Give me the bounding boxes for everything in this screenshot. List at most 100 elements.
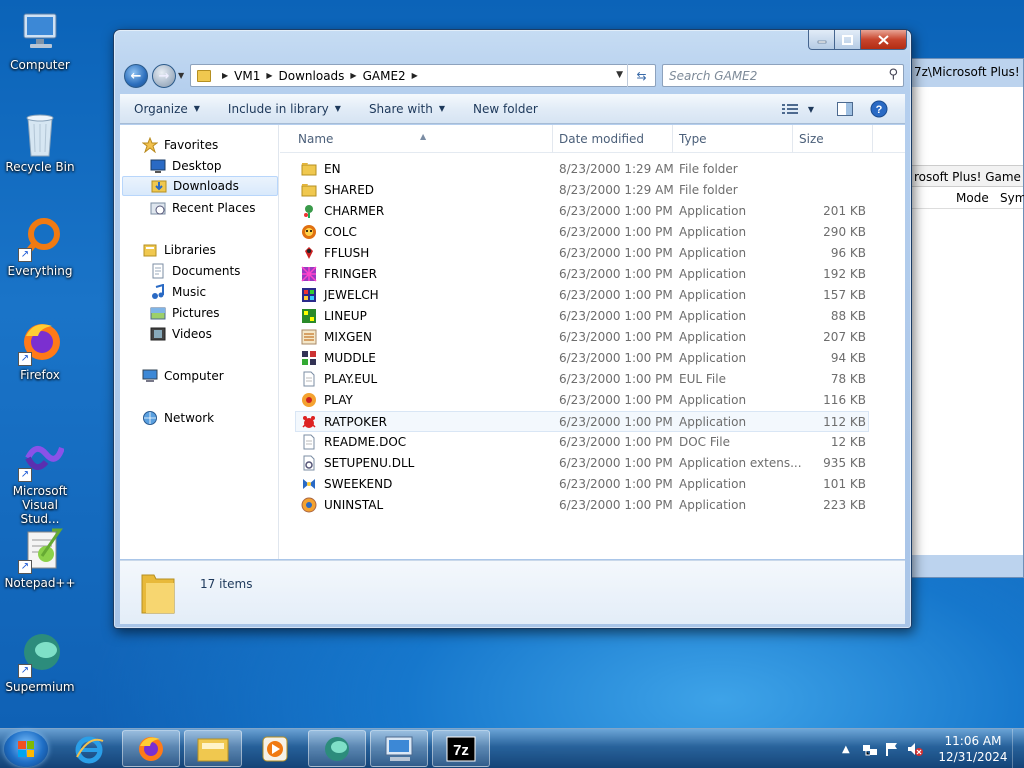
taskbar-supermium[interactable]	[308, 730, 366, 767]
nav-pictures[interactable]: Pictures	[150, 303, 220, 323]
system-clock[interactable]: 11:06 AM 12/31/2024	[936, 733, 1010, 765]
column-size[interactable]: Size	[799, 132, 824, 146]
search-icon[interactable]: ⚲	[888, 67, 898, 82]
back-arrow-icon: ←	[130, 68, 142, 84]
file-type: EUL File	[679, 372, 726, 386]
taskbar-firefox[interactable]	[122, 730, 180, 767]
file-row[interactable]: LINEUP 6/23/2000 1:00 PM Application 88 KB	[296, 306, 866, 327]
nav-recent-places-label: Recent Places	[172, 201, 256, 215]
file-row[interactable]: FFLUSH 6/23/2000 1:00 PM Application 96 KB	[296, 243, 866, 264]
minimize-button[interactable]	[808, 30, 835, 50]
nav-downloads-label: Downloads	[173, 179, 239, 193]
taskbar-internet-explorer[interactable]	[60, 730, 118, 767]
nav-network[interactable]: Network	[142, 408, 214, 428]
history-dropdown-icon[interactable]: ▼	[178, 71, 184, 80]
show-hidden-icons-icon[interactable]: ▲	[842, 744, 850, 755]
file-row[interactable]: RATPOKER 6/23/2000 1:00 PM Application 112 …	[295, 411, 869, 432]
sort-up-icon: ▲	[420, 132, 427, 141]
nav-favorites[interactable]: Favorites	[142, 135, 218, 155]
start-button[interactable]	[4, 731, 48, 767]
help-button[interactable]: ?	[866, 98, 892, 120]
file-date: 8/23/2000 1:29 AM	[559, 162, 674, 176]
file-row[interactable]: PLAY 6/23/2000 1:00 PM Application 116 KB	[296, 390, 866, 411]
taskbar-remote-desktop[interactable]	[370, 730, 428, 767]
file-type: File folder	[679, 162, 738, 176]
file-row[interactable]: SWEEKEND 6/23/2000 1:00 PM Application 101 …	[296, 474, 866, 495]
chevron-right-icon[interactable]: ▶	[412, 71, 418, 80]
computer-icon	[142, 369, 158, 382]
column-date-modified[interactable]: Date modified	[559, 132, 644, 146]
desktop-icon-everything[interactable]: ↗ Everything	[2, 214, 78, 278]
show-desktop-button[interactable]	[1012, 729, 1024, 768]
network-icon	[143, 411, 157, 425]
desktop-icon	[150, 159, 166, 173]
file-row[interactable]: FRINGER 6/23/2000 1:00 PM Application 192 K…	[296, 264, 866, 285]
new-folder-button[interactable]: New folder	[459, 94, 552, 124]
nav-music[interactable]: Music	[150, 282, 206, 302]
nav-downloads[interactable]: Downloads	[122, 176, 278, 196]
breadcrumb-game2[interactable]: GAME2	[363, 69, 406, 83]
nav-libraries[interactable]: Libraries	[142, 240, 216, 260]
background-window-address[interactable]: rosoft Plus! Game Pac	[912, 165, 1024, 187]
file-row[interactable]: MUDDLE 6/23/2000 1:00 PM Application 94 KB	[296, 348, 866, 369]
refresh-icon[interactable]: ⇆	[627, 64, 655, 87]
file-size: 201 KB	[823, 204, 866, 218]
file-date: 6/23/2000 1:00 PM	[559, 204, 673, 218]
chevron-right-icon[interactable]: ▶	[350, 71, 356, 80]
file-row[interactable]: UNINSTAL 6/23/2000 1:00 PM Application 223 …	[296, 495, 866, 516]
file-row[interactable]: JEWELCH 6/23/2000 1:00 PM Application 157 K…	[296, 285, 866, 306]
preview-pane-button[interactable]	[832, 98, 858, 120]
column-mode[interactable]: Mode	[956, 191, 989, 205]
file-row[interactable]: MIXGEN 6/23/2000 1:00 PM Application 207 KB	[296, 327, 866, 348]
file-type: Application	[679, 498, 747, 512]
include-in-library-button[interactable]: Include in library ▼	[214, 94, 355, 124]
taskbar-file-explorer[interactable]	[184, 730, 242, 767]
file-row[interactable]: SETUPENU.DLL 6/23/2000 1:00 PM Application…	[296, 453, 866, 474]
desktop-icon-notepadpp[interactable]: ↗ Notepad++	[2, 526, 78, 590]
file-row[interactable]: COLC 6/23/2000 1:00 PM Application 290 KB	[296, 222, 866, 243]
maximize-button[interactable]	[835, 30, 861, 50]
back-button[interactable]: ←	[124, 64, 148, 88]
column-name[interactable]: Name	[298, 132, 333, 146]
file-type: Application	[679, 246, 747, 260]
address-dropdown-icon[interactable]: ▼	[616, 70, 623, 80]
nav-recent-places[interactable]: Recent Places	[150, 198, 255, 218]
chevron-right-icon[interactable]: ▶	[266, 71, 272, 80]
file-size: 207 KB	[823, 330, 866, 344]
volume-muted-icon[interactable]	[906, 741, 924, 757]
desktop-icon-firefox[interactable]: ↗ Firefox	[2, 318, 78, 382]
network-tray-icon[interactable]	[862, 741, 878, 757]
desktop-icon-computer[interactable]: Computer	[2, 8, 78, 72]
nav-videos[interactable]: Videos	[150, 324, 212, 344]
breadcrumb-vm1[interactable]: VM1	[234, 69, 260, 83]
forward-button[interactable]: →	[152, 64, 176, 88]
computer-icon	[16, 8, 64, 56]
background-window[interactable]: 7z\Microsoft Plus! Ga rosoft Plus! Game …	[905, 58, 1024, 578]
organize-button[interactable]: Organize ▼	[120, 94, 214, 124]
taskbar-media-player[interactable]	[246, 730, 304, 767]
desktop-icon-supermium[interactable]: ↗ Supermium	[2, 630, 78, 694]
desktop-icon-visual-studio[interactable]: ↗ Microsoft Visual Stud...	[2, 434, 78, 526]
file-row[interactable]: PLAY.EUL 6/23/2000 1:00 PM EUL File 78 KB	[296, 369, 866, 390]
action-center-flag-icon[interactable]	[884, 741, 900, 757]
file-row[interactable]: SHARED 8/23/2000 1:29 AM File folder	[296, 180, 860, 201]
chevron-right-icon[interactable]: ▶	[222, 71, 228, 80]
address-bar[interactable]: ▶ VM1 ▶ Downloads ▶ GAME2 ▶ ▼ ⇆	[190, 64, 656, 87]
share-with-button[interactable]: Share with ▼	[355, 94, 459, 124]
nav-desktop[interactable]: Desktop	[150, 156, 222, 176]
column-symlink[interactable]: Symb	[1000, 191, 1024, 205]
file-date: 6/23/2000 1:00 PM	[559, 498, 673, 512]
breadcrumb-downloads[interactable]: Downloads	[279, 69, 345, 83]
column-type[interactable]: Type	[679, 132, 707, 146]
nav-documents[interactable]: Documents	[150, 261, 240, 281]
file-row[interactable]: CHARMER 6/23/2000 1:00 PM Application 201 K…	[296, 201, 866, 222]
file-row[interactable]: README.DOC 6/23/2000 1:00 PM DOC File 12 KB	[296, 432, 866, 453]
search-input[interactable]: Search GAME2 ⚲	[662, 64, 904, 87]
desktop-icon-recycle-bin[interactable]: Recycle Bin	[2, 110, 78, 174]
explorer-window[interactable]: ← → ▼ ▶ VM1 ▶ Downloads ▶ GAME2 ▶ ▼ ⇆ Se…	[113, 29, 912, 629]
nav-computer[interactable]: Computer	[142, 366, 224, 386]
change-view-button[interactable]: ▼	[778, 98, 818, 120]
file-row[interactable]: EN 8/23/2000 1:29 AM File folder	[296, 159, 860, 180]
close-button[interactable]	[861, 30, 907, 50]
taskbar-7zip[interactable]: 7z	[432, 730, 490, 767]
